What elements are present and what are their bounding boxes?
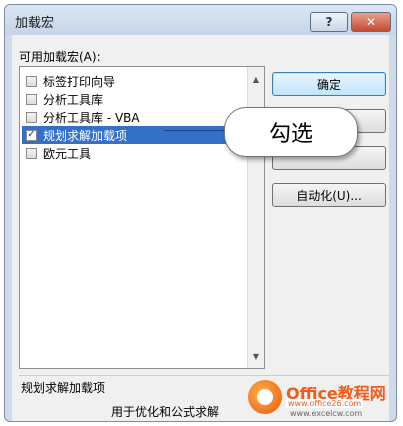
close-icon: ✕ <box>365 15 377 29</box>
callout-text: 勾选 <box>268 122 313 147</box>
addin-label: 规划求解加载项 <box>43 128 128 143</box>
annotation-callout: 勾选 <box>224 107 358 157</box>
list-item[interactable]: 分析工具库 <box>22 90 103 108</box>
watermark-url: www.office26.com <box>286 399 364 408</box>
checkbox[interactable] <box>26 111 37 123</box>
checkbox[interactable] <box>26 147 37 159</box>
title-bar: 加载宏 ? ✕ <box>5 5 396 35</box>
addin-label: 分析工具库 - VBA <box>43 110 140 125</box>
list-item[interactable]: 欧元工具 <box>22 144 91 162</box>
add-ins-dialog: 加载宏 ? ✕ 可用加载宏(A): 标签打印向导 分析工具库 分析工具库 - V… <box>4 4 397 422</box>
list-item-selected[interactable]: ✓ 规划求解加载项 <box>22 126 244 144</box>
addin-label: 标签打印向导 <box>43 74 116 89</box>
list-item[interactable]: 标签打印向导 <box>22 72 115 90</box>
scroll-down-arrow-icon[interactable]: ▼ <box>248 348 264 364</box>
watermark-url-secondary: www.excelcw.com <box>290 409 363 418</box>
scroll-up-arrow-icon[interactable]: ▲ <box>248 71 264 87</box>
selected-addin-description: 用于优化和公式求解 <box>111 405 220 419</box>
addin-label: 分析工具库 <box>43 92 104 107</box>
dialog-title: 加载宏 <box>15 16 55 31</box>
checkbox[interactable] <box>26 75 37 87</box>
help-button[interactable]: ? <box>310 12 348 32</box>
office-logo-icon <box>248 380 282 414</box>
checkbox-checked[interactable]: ✓ <box>26 129 37 141</box>
addins-list[interactable]: 标签打印向导 分析工具库 分析工具库 - VBA ✓ 规划求解加载项 欧元工具 … <box>19 66 265 369</box>
dialog-body: 可用加载宏(A): 标签打印向导 分析工具库 分析工具库 - VBA ✓ 规划求… <box>12 35 389 421</box>
callout-leader-line <box>164 130 226 131</box>
addin-label: 欧元工具 <box>43 146 92 161</box>
watermark: Office教程网 www.office26.com www.excelcw.c… <box>246 378 396 418</box>
selected-addin-name: 规划求解加载项 <box>21 381 106 395</box>
automation-button[interactable]: 自动化(U)... <box>272 183 386 207</box>
list-item[interactable]: 分析工具库 - VBA <box>22 108 140 126</box>
close-button[interactable]: ✕ <box>351 12 391 32</box>
ok-button[interactable]: 确定 <box>272 72 386 96</box>
available-addins-label: 可用加载宏(A): <box>19 50 101 64</box>
question-mark-icon: ? <box>325 15 333 29</box>
checkbox[interactable] <box>26 93 37 105</box>
